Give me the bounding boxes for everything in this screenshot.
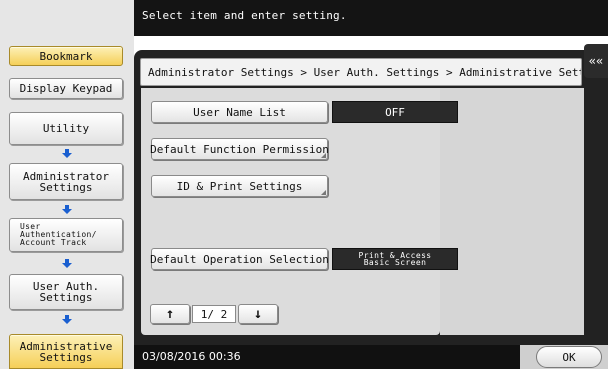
message-bar: Select item and enter setting. bbox=[134, 0, 608, 36]
id-print-settings-label: ID & Print Settings bbox=[176, 179, 303, 193]
page-down-button[interactable]: ↓ bbox=[238, 304, 278, 324]
page-up-button[interactable]: ↑ bbox=[150, 304, 190, 324]
ok-button[interactable]: OK bbox=[536, 346, 602, 368]
settings-list-area bbox=[141, 88, 440, 335]
submenu-corner-icon bbox=[321, 153, 326, 158]
value-line-2: Basic Screen bbox=[363, 258, 427, 267]
date-time: 03/08/2016 00:36 bbox=[142, 350, 241, 363]
ok-area: OK bbox=[520, 345, 608, 369]
user-name-list-value: OFF bbox=[332, 101, 458, 123]
breadcrumb: Administrator Settings > User Auth. Sett… bbox=[140, 58, 582, 86]
arrow-down-icon bbox=[62, 205, 72, 214]
page-indicator: 1/ 2 bbox=[192, 305, 236, 323]
arrow-up-icon: ↑ bbox=[165, 306, 175, 322]
right-empty-area bbox=[440, 88, 584, 335]
instruction-message: Select item and enter setting. bbox=[142, 9, 347, 22]
nav-administrative-settings-button[interactable]: Administrative Settings bbox=[9, 334, 123, 369]
nav-user-authentication-account-track-button[interactable]: User Authentication/ Account Track bbox=[9, 218, 123, 252]
status-bar: 03/08/2016 00:36 OK bbox=[134, 345, 608, 369]
arrow-down-icon bbox=[62, 315, 72, 324]
user-name-list-label: User Name List bbox=[193, 105, 286, 119]
id-print-settings-button[interactable]: ID & Print Settings bbox=[151, 175, 328, 197]
default-function-permission-label: Default Function Permission bbox=[150, 142, 329, 156]
default-operation-selection-label: Default Operation Selection bbox=[150, 252, 329, 266]
nav-administrator-settings-button[interactable]: Administrator Settings bbox=[9, 163, 123, 200]
arrow-down-icon bbox=[62, 149, 72, 158]
default-operation-selection-value: Print & Access Basic Screen bbox=[332, 248, 458, 270]
collapse-panel-icon[interactable]: «« bbox=[584, 44, 608, 78]
default-operation-selection-button[interactable]: Default Operation Selection bbox=[150, 248, 329, 270]
nav-utility-button[interactable]: Utility bbox=[9, 112, 123, 145]
default-function-permission-button[interactable]: Default Function Permission bbox=[150, 138, 329, 160]
bookmark-button[interactable]: Bookmark bbox=[9, 46, 123, 66]
arrow-down-icon bbox=[62, 259, 72, 268]
display-keypad-button[interactable]: Display Keypad bbox=[9, 78, 123, 99]
nav-user-auth-settings-button[interactable]: User Auth. Settings bbox=[9, 274, 123, 310]
submenu-corner-icon bbox=[321, 190, 326, 195]
user-name-list-button[interactable]: User Name List bbox=[151, 101, 328, 123]
arrow-down-icon: ↓ bbox=[253, 306, 263, 322]
